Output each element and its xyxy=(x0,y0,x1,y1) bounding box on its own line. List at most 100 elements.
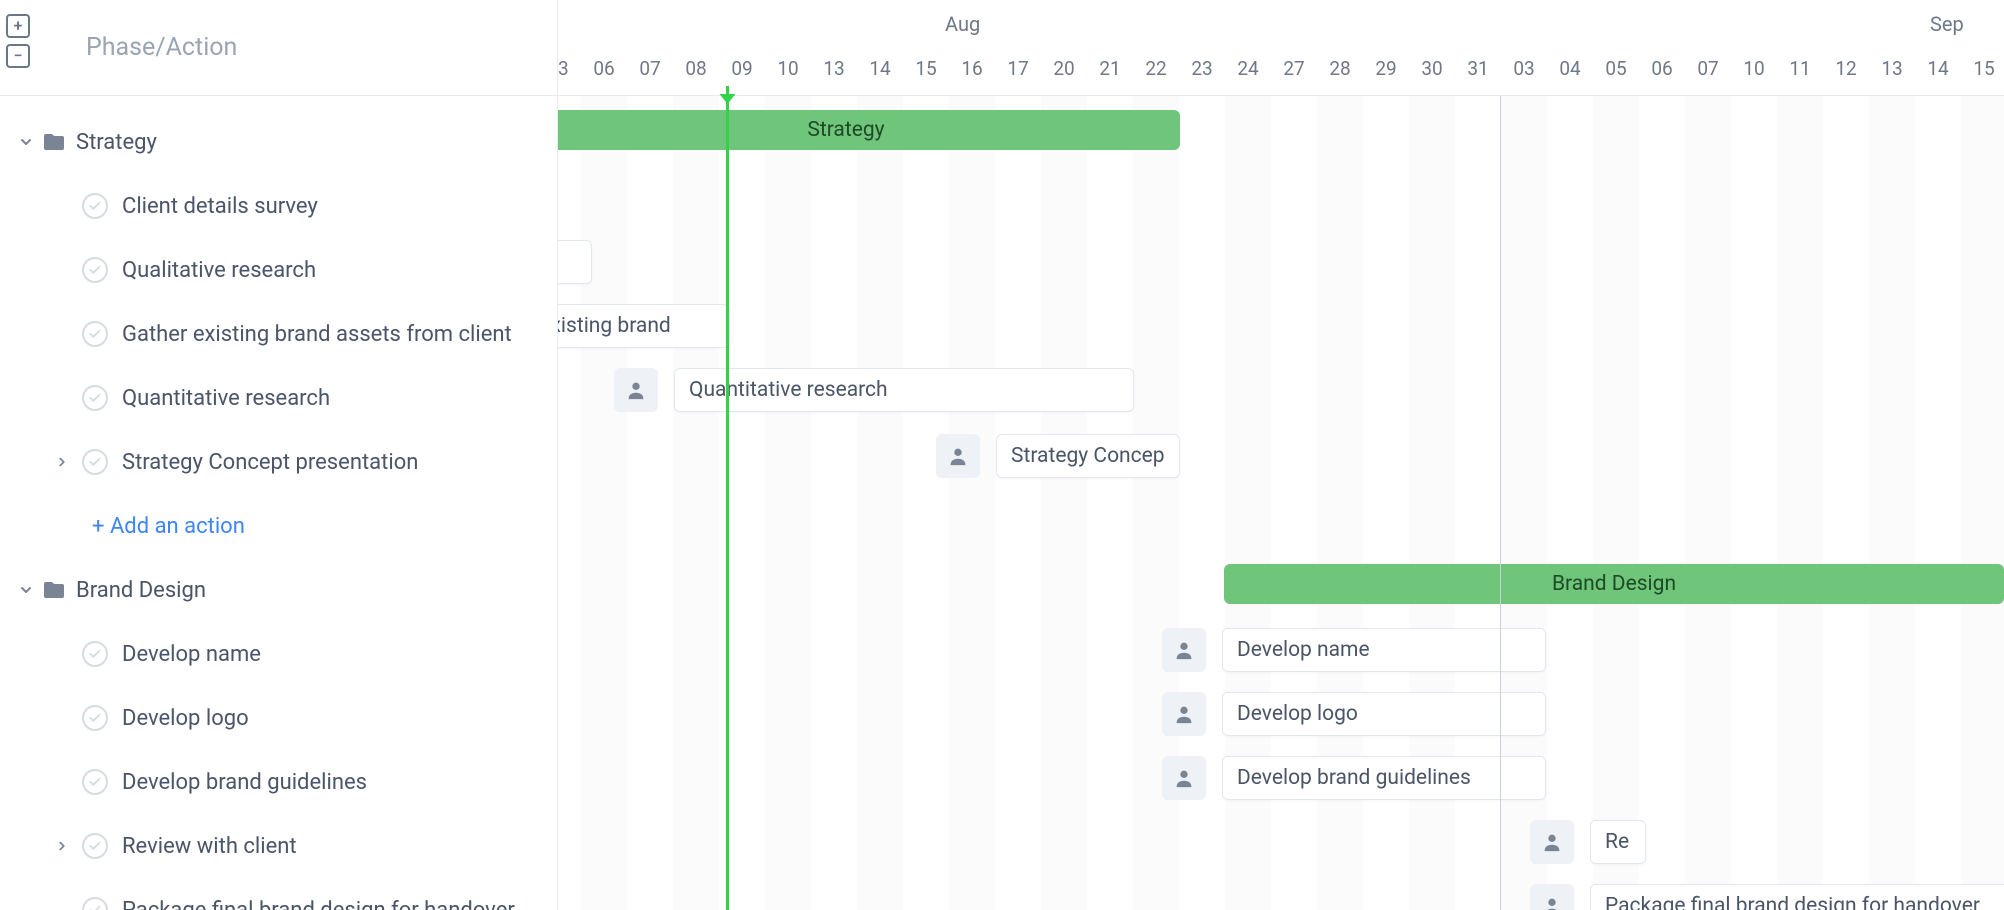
day-label: 13 xyxy=(811,57,857,80)
folder-icon xyxy=(42,579,66,601)
task-row[interactable]: Quantitative research xyxy=(0,366,557,430)
task-row[interactable]: Review with client xyxy=(0,814,557,878)
task-label: Qualitative research xyxy=(122,258,316,283)
task-label: Develop name xyxy=(122,642,261,667)
check-circle-icon[interactable] xyxy=(82,897,108,910)
day-label: 17 xyxy=(995,57,1041,80)
check-circle-icon[interactable] xyxy=(82,449,108,475)
assignee-avatar-icon[interactable] xyxy=(614,368,658,412)
task-row[interactable]: Develop logo xyxy=(0,686,557,750)
add-action-button[interactable]: + Add an action xyxy=(92,514,245,539)
task-row[interactable]: Package final brand design for handover xyxy=(0,878,557,910)
day-label: 10 xyxy=(1731,57,1777,80)
chevron-right-icon[interactable] xyxy=(50,834,74,858)
assignee-avatar-icon[interactable] xyxy=(1530,820,1574,864)
timeline-body[interactable]: Strategy Brand Design ear r existing brand Q… xyxy=(558,96,2004,910)
check-circle-icon[interactable] xyxy=(82,321,108,347)
task-row[interactable]: Develop brand guidelines xyxy=(0,750,557,814)
check-circle-icon[interactable] xyxy=(82,257,108,283)
task-bar[interactable]: Package final brand design for handover xyxy=(1590,884,2004,910)
phase-row[interactable]: Strategy xyxy=(0,110,557,174)
phase-bar[interactable]: Strategy xyxy=(558,110,1180,150)
task-bar[interactable]: Develop logo xyxy=(1222,692,1546,736)
task-label: Client details survey xyxy=(122,194,318,219)
day-label: 03 xyxy=(558,57,581,80)
check-circle-icon[interactable] xyxy=(82,385,108,411)
day-label: 03 xyxy=(1501,57,1547,80)
day-label: 08 xyxy=(673,57,719,80)
day-label: 28 xyxy=(1317,57,1363,80)
day-label: 13 xyxy=(1869,57,1915,80)
month-divider xyxy=(1500,96,1501,910)
day-label: 10 xyxy=(765,57,811,80)
day-label: 23 xyxy=(1179,57,1225,80)
task-bar[interactable]: ear xyxy=(558,240,592,284)
chevron-down-icon[interactable] xyxy=(14,578,38,602)
task-bar[interactable]: Strategy Concep xyxy=(996,434,1180,478)
task-row[interactable]: Develop name xyxy=(0,622,557,686)
day-label: 05 xyxy=(1593,57,1639,80)
check-circle-icon[interactable] xyxy=(82,193,108,219)
check-circle-icon[interactable] xyxy=(82,705,108,731)
day-label: 11 xyxy=(1777,57,1823,80)
assignee-avatar-icon[interactable] xyxy=(1162,756,1206,800)
task-label: Strategy Concept presentation xyxy=(122,450,418,475)
day-label: 04 xyxy=(1547,57,1593,80)
chevron-right-icon[interactable] xyxy=(50,450,74,474)
add-action-row[interactable]: + Add an action xyxy=(0,494,557,558)
timeline[interactable]: AugSep 030607080910131415161720212223242… xyxy=(558,0,2004,910)
assignee-avatar-icon[interactable] xyxy=(1162,628,1206,672)
task-row[interactable]: Qualitative research xyxy=(0,238,557,302)
task-label: Package final brand design for handover xyxy=(122,898,515,910)
day-label: 29 xyxy=(1363,57,1409,80)
day-label: 21 xyxy=(1087,57,1133,80)
phase-row[interactable]: Brand Design xyxy=(0,558,557,622)
phase-label: Brand Design xyxy=(76,578,206,603)
assignee-avatar-icon[interactable] xyxy=(1162,692,1206,736)
task-label: Develop logo xyxy=(122,706,249,731)
month-label: Aug xyxy=(945,12,980,36)
day-label: 30 xyxy=(1409,57,1455,80)
check-circle-icon[interactable] xyxy=(82,641,108,667)
chevron-down-icon[interactable] xyxy=(14,130,38,154)
task-bar[interactable]: r existing brand xyxy=(558,304,730,348)
task-row[interactable]: Strategy Concept presentation xyxy=(0,430,557,494)
today-line xyxy=(726,86,729,910)
day-label: 07 xyxy=(1685,57,1731,80)
task-label: Review with client xyxy=(122,834,297,859)
day-label: 07 xyxy=(627,57,673,80)
phase-bar[interactable]: Brand Design xyxy=(1224,564,2004,604)
task-row[interactable]: Gather existing brand assets from client xyxy=(0,302,557,366)
day-label: 09 xyxy=(719,57,765,80)
collapse-all-button[interactable]: − xyxy=(6,44,30,68)
check-circle-icon[interactable] xyxy=(82,833,108,859)
day-label: 15 xyxy=(903,57,949,80)
today-arrow-icon xyxy=(720,94,736,104)
task-bar[interactable]: Develop name xyxy=(1222,628,1546,672)
task-label: Gather existing brand assets from client xyxy=(122,322,512,347)
expand-all-button[interactable]: + xyxy=(6,14,30,38)
task-label: Quantitative research xyxy=(122,386,330,411)
phase-label: Strategy xyxy=(76,130,157,155)
assignee-avatar-icon[interactable] xyxy=(936,434,980,478)
day-label: 14 xyxy=(857,57,903,80)
month-label: Sep xyxy=(1930,12,1964,36)
day-label: 27 xyxy=(1271,57,1317,80)
task-bar[interactable]: Develop brand guidelines xyxy=(1222,756,1546,800)
day-label: 15 xyxy=(1961,57,2004,80)
day-label: 22 xyxy=(1133,57,1179,80)
task-bar[interactable]: Quantitative research xyxy=(674,368,1134,412)
sidebar: + − Phase/Action Strategy Client details … xyxy=(0,0,558,910)
day-label: 31 xyxy=(1455,57,1501,80)
sidebar-header: + − Phase/Action xyxy=(0,0,557,96)
check-circle-icon[interactable] xyxy=(82,769,108,795)
task-bar[interactable]: Re xyxy=(1590,820,1646,864)
task-label: Develop brand guidelines xyxy=(122,770,367,795)
task-row[interactable]: Client details survey xyxy=(0,174,557,238)
day-label: 24 xyxy=(1225,57,1271,80)
sidebar-title: Phase/Action xyxy=(86,33,237,62)
timeline-header: AugSep 030607080910131415161720212223242… xyxy=(558,0,2004,96)
day-label: 20 xyxy=(1041,57,1087,80)
assignee-avatar-icon[interactable] xyxy=(1530,884,1574,910)
day-label: 06 xyxy=(1639,57,1685,80)
